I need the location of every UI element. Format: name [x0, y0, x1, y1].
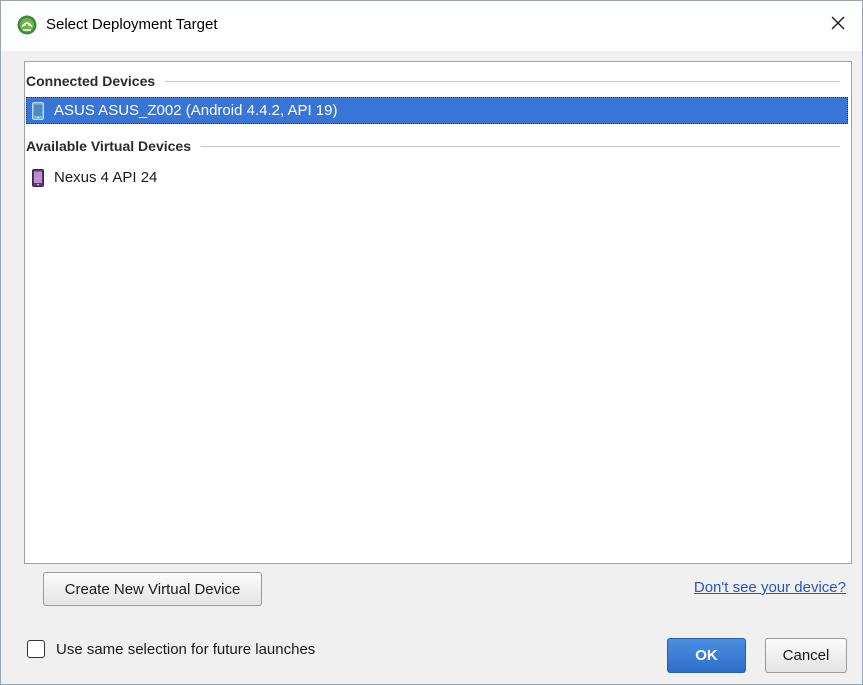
checkbox-label: Use same selection for future launches — [56, 640, 316, 658]
group-divider — [200, 145, 840, 147]
deployment-target-dialog: Select Deployment Target Connected Devic… — [0, 0, 863, 685]
group-header-connected: Connected Devices — [26, 69, 848, 93]
android-studio-icon — [17, 15, 37, 35]
dont-see-device-link[interactable]: Don't see your device? — [694, 579, 846, 596]
phone-device-icon — [32, 101, 44, 120]
cancel-button[interactable]: Cancel — [765, 638, 847, 673]
checkbox-box[interactable] — [27, 640, 45, 658]
group-divider — [165, 80, 840, 82]
ok-button[interactable]: OK — [667, 638, 746, 673]
title-bar: Select Deployment Target — [1, 1, 862, 51]
dialog-title: Select Deployment Target — [46, 16, 218, 33]
create-virtual-device-button[interactable]: Create New Virtual Device — [43, 572, 262, 606]
virtual-device-icon — [32, 168, 44, 187]
remember-selection-checkbox[interactable]: Use same selection for future launches — [27, 640, 315, 658]
group-header-virtual: Available Virtual Devices — [26, 134, 848, 158]
device-row-asus[interactable]: ASUS ASUS_Z002 (Android 4.4.2, API 19) — [26, 97, 848, 124]
device-name: ASUS ASUS_Z002 (Android 4.4.2, API 19) — [54, 102, 338, 119]
device-row-nexus[interactable]: Nexus 4 API 24 — [26, 164, 848, 191]
close-icon[interactable] — [826, 11, 850, 35]
device-name: Nexus 4 API 24 — [54, 169, 158, 186]
device-list: Connected Devices ASUS ASUS_Z002 (Androi… — [24, 61, 852, 564]
group-header-label: Connected Devices — [26, 73, 156, 89]
group-header-label: Available Virtual Devices — [26, 138, 191, 154]
